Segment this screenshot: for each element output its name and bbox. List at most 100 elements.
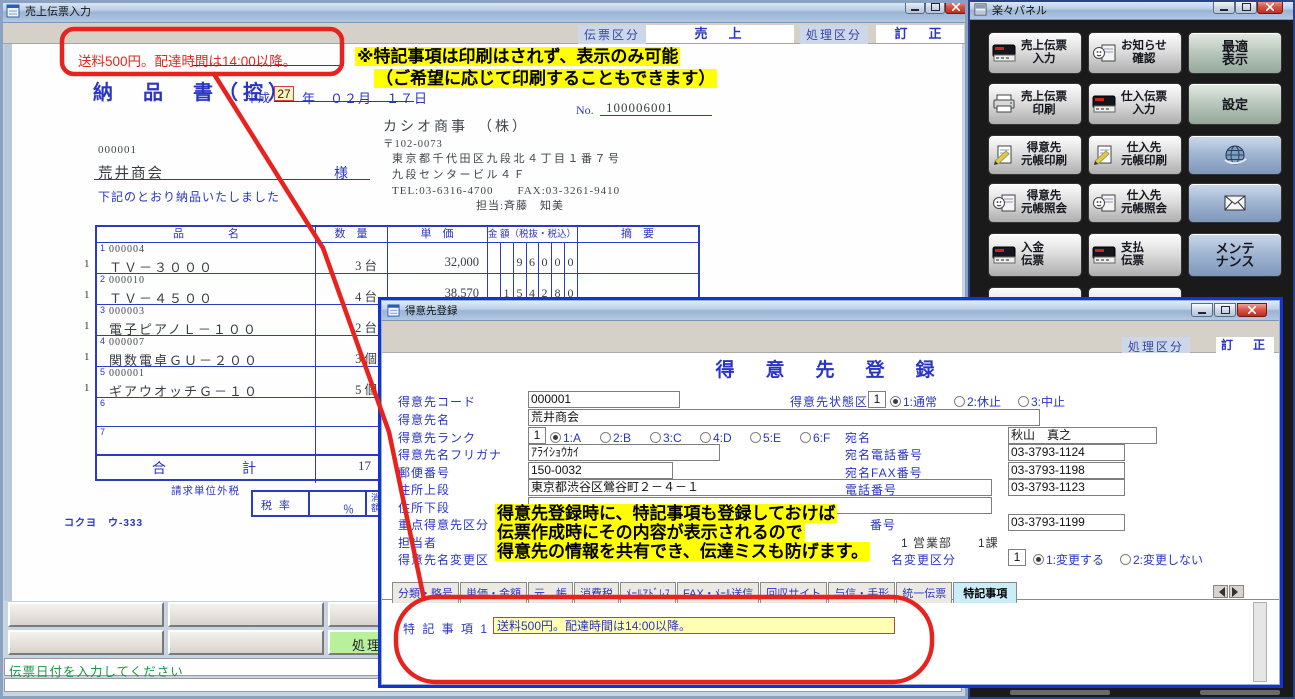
button-label: 伝票: [1121, 255, 1144, 268]
greeting-text: 下記のとおり納品いたしました: [98, 188, 280, 205]
panel-button-settings[interactable]: 設定: [1188, 83, 1282, 125]
function-button[interactable]: [8, 630, 164, 655]
rank-radio[interactable]: 5:E: [750, 429, 783, 447]
row-line-number: 2: [100, 274, 105, 284]
table-row[interactable]: 1 000004 ＴＶ－３０００ 3 台 32,000 9 6 0 0 0: [97, 242, 698, 273]
item-qty: 3 台: [315, 255, 377, 274]
special-note-field[interactable]: 送料500円。配達時間は14:00以降。: [493, 617, 895, 634]
item-price: 32,000: [387, 255, 479, 270]
tab-fax-mail-send[interactable]: FAX・ﾒｰﾙ送信: [677, 582, 759, 603]
panel-title: 楽々パネル: [992, 2, 1047, 18]
customer-name-field[interactable]: 荒井商会: [528, 409, 1040, 426]
keyboard-icon: [992, 245, 1018, 265]
maximize-button[interactable]: [1214, 303, 1236, 317]
tab-price-amount[interactable]: 単価・金額: [460, 582, 527, 603]
customer-code-field[interactable]: 000001: [528, 391, 680, 408]
tab-consumption-tax[interactable]: 消費税: [574, 582, 619, 603]
minimize-button[interactable]: [905, 0, 925, 14]
minimize-button[interactable]: [1213, 0, 1235, 14]
panel-button-sales-slip-print[interactable]: 売上伝票印刷: [988, 83, 1082, 125]
function-button[interactable]: [8, 602, 164, 627]
customer-rank-label: 得意先ランク: [398, 429, 476, 446]
tab-collection-site[interactable]: 回収サイト: [760, 582, 827, 603]
print-note-line2: （ご希望に応じて印刷することもできます）: [374, 69, 717, 88]
customer-rank-box[interactable]: 1: [528, 427, 546, 444]
dialog-titlebar[interactable]: 得意先登録: [381, 300, 1280, 321]
button-label: 仕入先: [1121, 142, 1167, 155]
address-upper-label: 住所上段: [398, 481, 450, 498]
minimize-button[interactable]: [1191, 303, 1213, 317]
app-icon: [974, 3, 987, 16]
close-button[interactable]: [1257, 0, 1283, 14]
tab-classification[interactable]: 分類・略号: [392, 582, 459, 603]
button-label: 仕入伝票: [1121, 91, 1167, 104]
tab-credit[interactable]: 与信・手形: [828, 582, 895, 603]
maximize-icon: [1221, 306, 1230, 314]
tab-unified-slip[interactable]: 統一伝票: [896, 582, 952, 603]
minimize-icon: [1220, 4, 1228, 11]
row-line-number: 1: [100, 243, 105, 253]
overlay-note-line2: 伝票作成時にその内容が表示されるので: [495, 523, 805, 542]
panel-button-supplier-ledger-inquiry[interactable]: 仕入先元帳照会: [1088, 183, 1182, 223]
tab-ledger[interactable]: 元 帳: [528, 582, 573, 603]
item-qty: 3 個: [315, 348, 377, 367]
panel-button-sales-slip-entry[interactable]: 売上伝票入力: [988, 32, 1082, 74]
item-code: 000007: [109, 337, 145, 348]
panel-button-payment-slip[interactable]: 支払伝票: [1088, 233, 1182, 277]
date-underline: [274, 86, 414, 102]
panel-button-maintenance[interactable]: メンテナンス: [1188, 233, 1282, 277]
atena-change-label: 名変更区分: [891, 551, 956, 568]
panel-button-partial: [1010, 690, 1110, 695]
maximize-button[interactable]: [1235, 0, 1257, 14]
panel-button-mail[interactable]: [1188, 183, 1282, 223]
panel-button-optimal-display[interactable]: 最適表示: [1188, 32, 1282, 74]
radio-label: 5:E: [763, 431, 781, 445]
change-radio[interactable]: 1:変更する: [1033, 551, 1106, 569]
fax-field[interactable]: 03-3793-1199: [1008, 514, 1125, 531]
panel-button-customer-ledger-inquiry[interactable]: 得意先元帳照会: [988, 183, 1082, 223]
keyboard-icon: [1092, 94, 1118, 114]
gridline: [365, 492, 367, 515]
panel-button-internet[interactable]: [1188, 135, 1282, 175]
sales-window-titlebar[interactable]: 売上伝票入力: [0, 0, 968, 23]
radio-label: 3:中止: [1031, 395, 1065, 409]
close-icon: [1266, 3, 1274, 11]
atena-tel-field[interactable]: 03-3793-1124: [1008, 444, 1125, 461]
maximize-button[interactable]: [925, 0, 945, 14]
close-button[interactable]: [945, 0, 967, 14]
tel-field[interactable]: 03-3793-1123: [1008, 479, 1125, 496]
staff-label: 担当者: [398, 534, 437, 551]
button-label: 元帳照会: [1021, 203, 1067, 216]
ledger-icon: [1092, 193, 1118, 213]
atena-fax-field[interactable]: 03-3793-1198: [1008, 462, 1125, 479]
close-button[interactable]: [1237, 303, 1267, 317]
rank-radio[interactable]: 6:F: [800, 429, 832, 447]
postal-field[interactable]: 150-0032: [528, 462, 673, 479]
panel-button-notice-check[interactable]: お知らせ確認: [1088, 32, 1182, 74]
atena-field[interactable]: 秋山 真之: [1008, 427, 1157, 444]
atena-change-box[interactable]: 1: [1008, 549, 1026, 566]
special-note-label: 特 記 事 項 1: [403, 620, 489, 637]
customer-status-box[interactable]: 1: [868, 391, 886, 408]
fax-label: 番号: [870, 516, 896, 533]
col-header-amount: 金 額（税抜・税込）: [487, 227, 577, 242]
panel-button-supplier-ledger-print[interactable]: 仕入先元帳印刷: [1088, 135, 1182, 175]
function-button[interactable]: [168, 630, 324, 655]
tab-scroll-right[interactable]: [1229, 585, 1244, 598]
tab-mail-address[interactable]: ﾒｰﾙｱﾄﾞﾚｽ: [620, 582, 676, 603]
panel-button-receipt-slip[interactable]: 入金伝票: [988, 233, 1082, 277]
tab-special-notes[interactable]: 特記事項: [953, 582, 1017, 603]
address-upper-field[interactable]: 東京都渋谷区鶯谷町２－４－１: [528, 479, 992, 496]
radio-off-icon: [700, 432, 711, 443]
panel-button-customer-ledger-print[interactable]: 得意先元帳印刷: [988, 135, 1082, 175]
change-radio[interactable]: 2:変更しない: [1120, 551, 1205, 569]
scrollbar[interactable]: [1253, 602, 1267, 682]
tab-scroll-left[interactable]: [1213, 585, 1228, 598]
furigana-field[interactable]: ｱﾗｲｼｮｳｶｲ: [528, 444, 720, 461]
button-label: 入金: [1021, 242, 1044, 255]
company-name: カシオ商事 （株）: [383, 116, 529, 136]
panel-button-purchase-slip-entry[interactable]: 仕入伝票入力: [1088, 83, 1182, 125]
function-button[interactable]: [168, 602, 324, 627]
ledger-icon: [992, 193, 1018, 213]
amount-digit: 0: [538, 255, 551, 270]
